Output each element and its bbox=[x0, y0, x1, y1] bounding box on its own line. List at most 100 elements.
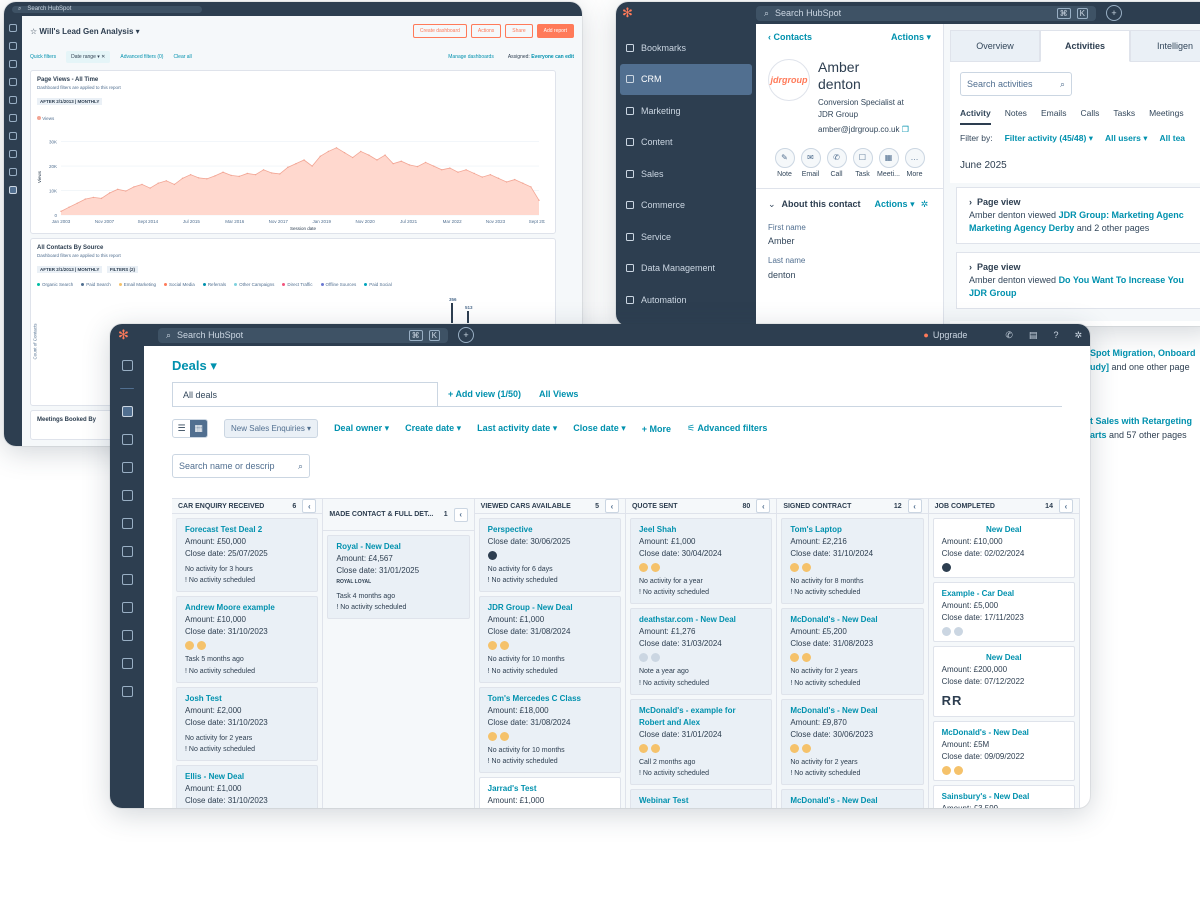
deals-search[interactable]: ⌕ Search HubSpot ⌘ K bbox=[158, 327, 448, 343]
board-view-icon[interactable]: ▦ bbox=[190, 420, 207, 437]
quick-action-email[interactable]: ✉ Email bbox=[800, 147, 821, 178]
deal-card[interactable]: McDonald's - New Deal Amount: £5M Close da… bbox=[932, 720, 1075, 781]
nav-content-icon[interactable] bbox=[9, 78, 17, 86]
list-view-icon[interactable]: ☰ bbox=[173, 420, 190, 437]
back-to-contacts-link[interactable]: ‹ Contacts bbox=[768, 32, 812, 43]
add-icon[interactable]: + bbox=[458, 327, 474, 343]
deal-name[interactable]: New Deal bbox=[942, 652, 1066, 664]
manage-dashboards-link[interactable]: Manage dashboards bbox=[448, 54, 494, 60]
association-avatar-icon[interactable] bbox=[790, 743, 800, 753]
deal-name[interactable]: McDonald's - New Deal bbox=[942, 727, 1066, 739]
filter-activity-dropdown[interactable]: Filter activity (45/48) ▾ bbox=[1005, 133, 1093, 144]
association-avatar-icon[interactable] bbox=[197, 641, 206, 651]
field-value-last-name[interactable]: denton bbox=[768, 268, 931, 282]
association-avatar-icon[interactable] bbox=[185, 641, 194, 651]
deals-title[interactable]: Deals ▾ bbox=[172, 358, 1062, 374]
help-icon[interactable]: ? bbox=[1053, 330, 1058, 340]
nav-sales-icon[interactable] bbox=[121, 490, 133, 501]
deal-name[interactable]: Forecast Test Deal 2 bbox=[185, 524, 309, 536]
association-avatar-icon[interactable] bbox=[802, 563, 812, 572]
deal-name[interactable]: Josh Test bbox=[185, 693, 309, 705]
association-avatar-icon[interactable] bbox=[499, 641, 509, 651]
nav-item-marketing[interactable]: Marketing bbox=[616, 95, 756, 127]
nav-automation-icon[interactable] bbox=[9, 168, 17, 176]
association-avatar-icon[interactable] bbox=[941, 765, 951, 775]
nav-commerce-icon[interactable] bbox=[9, 114, 17, 122]
nav-service-icon[interactable] bbox=[121, 546, 133, 557]
hubspot-logo-icon[interactable]: ✻ bbox=[118, 327, 158, 343]
add-view-button[interactable]: + Add view (1/50) bbox=[448, 389, 521, 399]
deal-name[interactable]: Tom's Laptop bbox=[790, 524, 914, 536]
nav-breeze-icon[interactable] bbox=[121, 658, 133, 669]
nav-bookmark-icon[interactable] bbox=[9, 24, 17, 32]
association-avatar-icon[interactable] bbox=[650, 563, 660, 572]
nav-reporting-icon[interactable] bbox=[121, 630, 133, 641]
deal-name[interactable]: Tom's Mercedes C Class bbox=[488, 693, 612, 705]
activity-card-1[interactable]: › Page view Amber denton viewed JDR Grou… bbox=[956, 187, 1200, 245]
activity-card-2[interactable]: › Page view Amber denton viewed Do You W… bbox=[956, 252, 1200, 310]
all-teams-dropdown[interactable]: All tea bbox=[1160, 133, 1186, 144]
association-avatar-icon[interactable] bbox=[638, 563, 648, 572]
nav-data-icon[interactable] bbox=[9, 150, 17, 158]
filter-last-activity[interactable]: Last activity date ▾ bbox=[477, 423, 557, 434]
copy-icon[interactable]: ❐ bbox=[902, 125, 909, 134]
association-avatar-icon[interactable] bbox=[953, 765, 963, 775]
field-value-first-name[interactable]: Amber bbox=[768, 234, 931, 248]
nav-service-icon[interactable] bbox=[9, 132, 17, 140]
collapse-chevron-icon[interactable]: ‹ bbox=[302, 499, 317, 513]
tab-overview[interactable]: Overview bbox=[950, 30, 1040, 62]
subtab-calls[interactable]: Calls bbox=[1080, 108, 1099, 125]
association-avatar-icon[interactable] bbox=[790, 653, 800, 663]
tab-intelligence[interactable]: Intelligen bbox=[1130, 30, 1200, 62]
deal-name[interactable]: Ellis - New Deal bbox=[185, 771, 309, 783]
nav-contacts-icon[interactable] bbox=[9, 42, 17, 50]
association-avatar-icon[interactable] bbox=[638, 653, 648, 663]
deal-name[interactable]: Andrew Moore example bbox=[185, 602, 309, 614]
deal-name[interactable]: JDR Group - New Deal bbox=[488, 602, 612, 614]
all-users-dropdown[interactable]: All users ▾ bbox=[1105, 133, 1148, 144]
nav-content-icon[interactable] bbox=[121, 462, 133, 473]
subtab-activity[interactable]: Activity bbox=[960, 108, 991, 125]
collapse-chevron-icon[interactable]: ‹ bbox=[907, 499, 922, 513]
deal-card[interactable]: Example - Car Deal Amount: £5,000 Close da… bbox=[932, 582, 1075, 642]
nav-item-content[interactable]: Content bbox=[616, 127, 756, 159]
association-avatar-icon[interactable] bbox=[638, 743, 648, 753]
deal-name[interactable]: Webinar Test bbox=[639, 795, 763, 807]
hubspot-logo-icon[interactable]: ✻ bbox=[622, 5, 644, 21]
association-avatar-icon[interactable] bbox=[487, 641, 497, 651]
deal-card[interactable]: JDR Group - New Deal Amount: £1,000 Close … bbox=[478, 596, 621, 683]
nav-bookmark-icon[interactable] bbox=[121, 360, 133, 371]
deal-card[interactable]: Sainsbury's - New Deal Amount: £3,599 bbox=[932, 784, 1075, 808]
subtab-emails[interactable]: Emails bbox=[1041, 108, 1067, 125]
deal-card[interactable]: Ellis - New Deal Amount: £1,000 Close date… bbox=[176, 765, 319, 808]
all-views-link[interactable]: All Views bbox=[539, 389, 578, 399]
deal-card[interactable]: Josh Test Amount: £2,000 Close date: 31/10… bbox=[176, 686, 319, 762]
search-deals-input[interactable]: Search name or descrip ⌕ bbox=[172, 454, 310, 478]
deal-name[interactable]: McDonald's - example for Robert and Alex bbox=[639, 705, 763, 729]
date-range-chip[interactable]: Date range ▾ ✕ bbox=[66, 51, 111, 63]
nav-item-automation[interactable]: Automation bbox=[616, 284, 756, 316]
filter-deal-owner[interactable]: Deal owner ▾ bbox=[334, 423, 389, 434]
advanced-filters-link[interactable]: Advanced filters (0) bbox=[120, 54, 163, 60]
deal-card[interactable]: McDonald's - New Deal Amount: £5,200 Close… bbox=[781, 608, 924, 695]
view-tab-all-deals[interactable]: All deals bbox=[172, 382, 438, 406]
quick-action-more[interactable]: … More bbox=[904, 147, 925, 178]
create-dashboard-button[interactable]: Create dashboard bbox=[412, 24, 467, 38]
add-icon[interactable]: + bbox=[1106, 5, 1122, 21]
nav-commerce-icon[interactable] bbox=[121, 518, 133, 529]
tab-activities[interactable]: Activities bbox=[1040, 30, 1130, 62]
nav-data-icon[interactable] bbox=[121, 574, 133, 585]
deal-card[interactable]: McDonald's - New DealAmount: £150 bbox=[781, 789, 924, 808]
dashboard-title[interactable]: ☆ Will's Lead Gen Analysis ▾ bbox=[30, 27, 140, 36]
deal-card[interactable]: deathstar.com - New Deal Amount: £1,276 Cl… bbox=[629, 608, 773, 695]
more-filters-button[interactable]: + More bbox=[642, 424, 671, 434]
collapse-chevron-icon[interactable]: ‹ bbox=[756, 499, 771, 513]
association-avatar-icon[interactable] bbox=[499, 731, 509, 741]
pipeline-select[interactable]: New Sales Enquiries ▾ bbox=[224, 419, 319, 438]
deal-name[interactable]: McDonald's - New Deal bbox=[790, 614, 914, 626]
nav-apps-icon[interactable] bbox=[121, 686, 133, 697]
add-report-button[interactable]: Add report bbox=[536, 24, 574, 38]
deal-card[interactable]: Tom's Mercedes C Class Amount: £18,000 Clo… bbox=[478, 686, 621, 774]
quick-filters-link[interactable]: Quick filters bbox=[30, 54, 56, 60]
deals-search-input[interactable]: Search HubSpot bbox=[177, 330, 403, 340]
